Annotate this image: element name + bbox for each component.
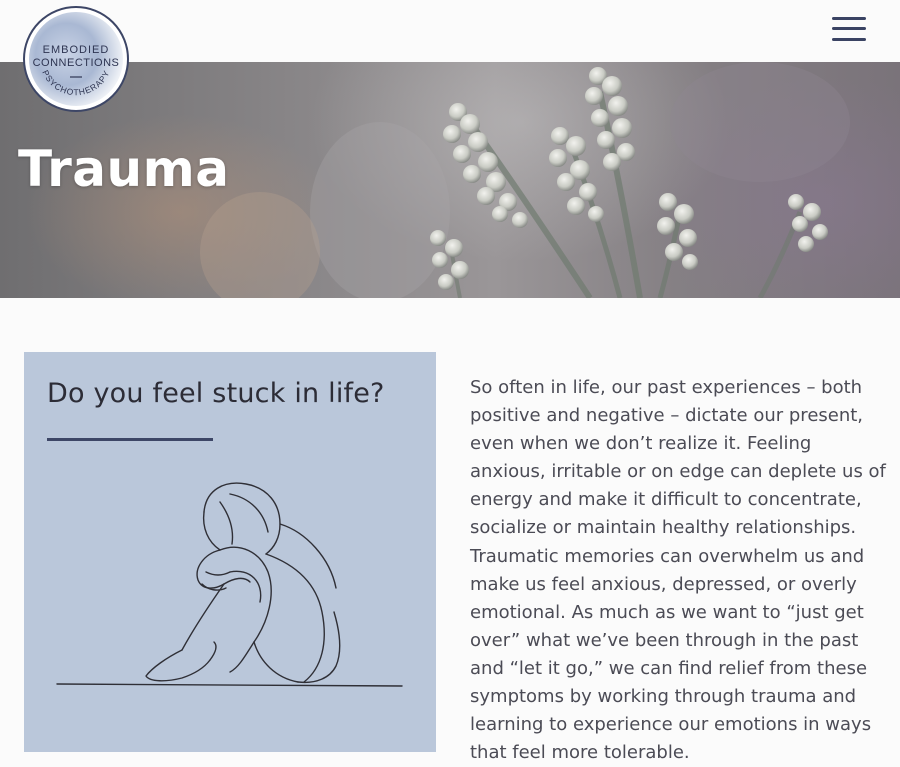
page-title: Trauma [18, 140, 230, 198]
site-logo[interactable]: EMBODIED CONNECTIONS PSYCHOTHERAPY [22, 5, 130, 113]
logo-badge-icon: EMBODIED CONNECTIONS PSYCHOTHERAPY [23, 6, 129, 112]
logo-line1: EMBODIED [43, 44, 110, 56]
menu-icon-bar [832, 17, 866, 20]
menu-icon-bar [832, 27, 866, 30]
intro-paragraph: So often in life, our past experiences –… [470, 377, 886, 764]
hero-banner: Trauma [0, 62, 900, 298]
logo-line2: CONNECTIONS [33, 57, 120, 69]
menu-icon-bar [832, 38, 866, 41]
heading-underline [47, 438, 213, 441]
intro-paragraph-block: So often in life, our past experiences –… [470, 374, 890, 767]
hamburger-menu-button[interactable] [828, 14, 870, 46]
intro-card: Do you feel stuck in life? [24, 352, 436, 752]
site-header [0, 0, 900, 62]
card-heading: Do you feel stuck in life? [47, 378, 385, 409]
person-sitting-line-drawing-icon [56, 482, 403, 687]
